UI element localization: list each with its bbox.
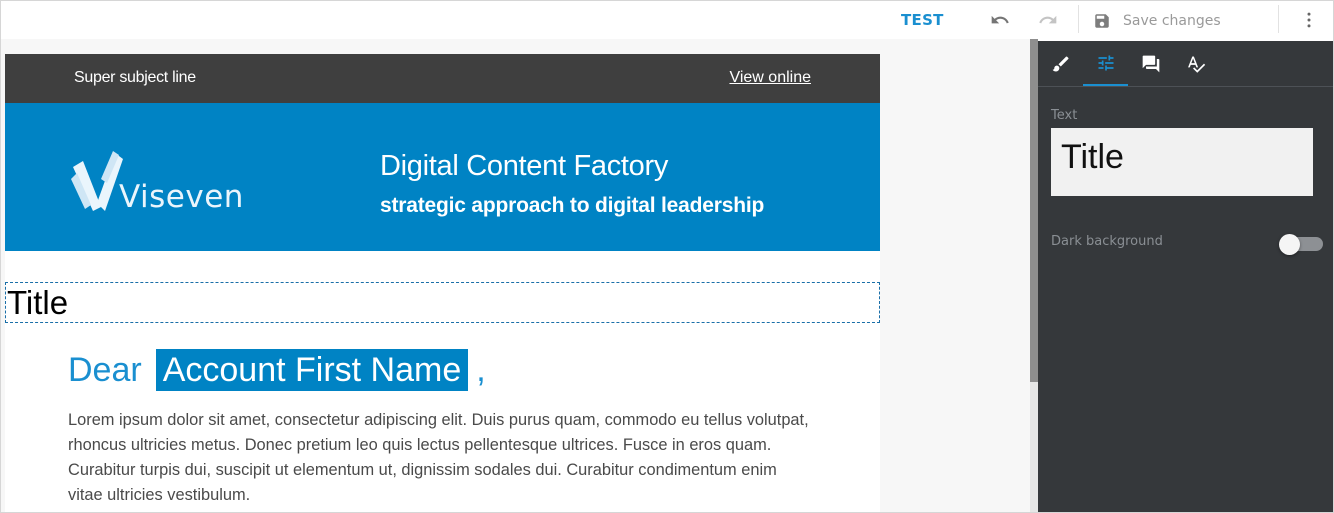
email-template: Super subject line View online Viseven D… (5, 54, 880, 512)
canvas-scrollbar[interactable] (1030, 39, 1038, 512)
email-banner[interactable]: Viseven Digital Content Factory strategi… (5, 103, 880, 251)
greeting-suffix: , (476, 350, 486, 389)
account-first-name-token: Account First Name (155, 349, 469, 391)
tab-style[interactable] (1038, 41, 1083, 86)
greeting-heading[interactable]: Dear Account First Name , (68, 348, 486, 392)
viseven-logo: Viseven (71, 149, 243, 215)
test-button[interactable]: TEST (901, 11, 944, 29)
scrollbar-thumb[interactable] (1030, 39, 1038, 382)
tab-comments[interactable] (1128, 41, 1173, 86)
viseven-logo-mark-icon (71, 151, 123, 211)
toggle-knob (1279, 234, 1300, 255)
sliders-icon (1096, 53, 1116, 73)
email-canvas[interactable]: Super subject line View online Viseven D… (1, 39, 1030, 512)
spellcheck-icon (1186, 54, 1206, 74)
tab-spellcheck[interactable] (1173, 41, 1218, 86)
body-paragraph[interactable]: Lorem ipsum dolor sit amet, consectetur … (68, 408, 813, 508)
redo-icon[interactable] (1038, 10, 1058, 30)
subject-line: Super subject line (74, 69, 196, 86)
logo-wordmark: Viseven (119, 179, 244, 215)
save-changes-button[interactable]: Save changes (1093, 7, 1221, 35)
save-changes-label: Save changes (1123, 13, 1221, 29)
paint-brush-icon (1051, 54, 1071, 74)
toolbar-separator (1078, 5, 1079, 33)
properties-panel: Text Title Dark background (1038, 41, 1333, 512)
title-text: Title (7, 284, 69, 321)
panel-tabs (1038, 41, 1333, 87)
tab-settings[interactable] (1083, 41, 1128, 86)
banner-title: Digital Content Factory (380, 150, 669, 182)
view-online-link[interactable]: View online (729, 69, 811, 87)
dark-background-toggle[interactable] (1279, 234, 1323, 255)
banner-subtitle: strategic approach to digital leadership (380, 194, 765, 217)
floppy-disk-icon (1093, 12, 1111, 30)
top-toolbar: TEST Save changes (1, 1, 1333, 39)
undo-icon[interactable] (990, 10, 1010, 30)
dark-background-label: Dark background (1051, 234, 1163, 249)
email-preheader[interactable]: Super subject line View online (5, 54, 880, 103)
selected-title-block[interactable]: Title (5, 282, 880, 323)
toolbar-separator (1278, 5, 1279, 33)
more-vertical-icon[interactable] (1299, 10, 1319, 30)
text-field-label: Text (1051, 108, 1078, 123)
greeting-prefix: Dear (68, 350, 142, 389)
title-text-field[interactable]: Title (1051, 128, 1313, 196)
comment-icon (1141, 54, 1161, 74)
